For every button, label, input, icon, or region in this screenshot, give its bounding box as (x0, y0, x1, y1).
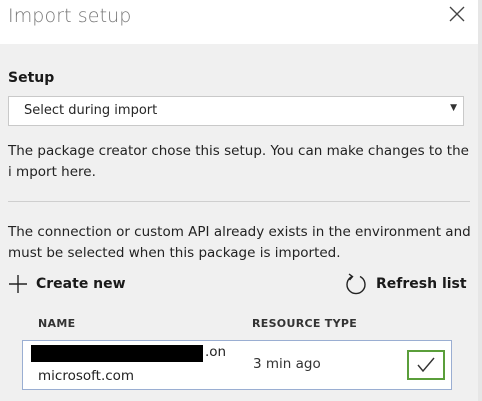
create-new-label: Create new (36, 276, 126, 292)
redacted-name (31, 345, 203, 362)
connection-time: 3 min ago (253, 356, 321, 372)
select-checkbox[interactable] (407, 350, 445, 380)
connection-row[interactable]: .on microsoft.com 3 min ago (22, 340, 452, 390)
setup-dropdown-value: Select during import (24, 103, 158, 118)
panel-header: Import setup (0, 0, 478, 44)
section-divider (8, 201, 470, 202)
close-button[interactable] (446, 3, 468, 25)
import-setup-panel: Import setup Setup Select during import … (0, 0, 482, 401)
column-header-name: NAME (38, 317, 76, 330)
connection-name-tail: .on (205, 344, 227, 360)
refresh-icon (346, 273, 366, 295)
connection-name-domain: microsoft.com (38, 368, 135, 384)
plus-icon (9, 275, 27, 293)
connection-info-text: The connection or custom API already exi… (8, 224, 471, 261)
create-new-button[interactable]: Create new (8, 274, 126, 294)
column-header-resource-type: RESOURCE TYPE (252, 317, 358, 330)
setup-dropdown[interactable]: Select during import ▼ (8, 96, 464, 126)
setup-label: Setup (8, 70, 55, 86)
checkmark-icon (417, 357, 435, 373)
refresh-list-label: Refresh list (376, 276, 467, 292)
close-icon (449, 6, 465, 22)
setup-description: The package creator chose this setup. Yo… (8, 143, 469, 180)
panel-title: Import setup (8, 5, 132, 27)
refresh-list-button[interactable]: Refresh list (344, 272, 467, 296)
panel-edge (478, 0, 482, 401)
chevron-down-icon: ▼ (450, 103, 457, 113)
